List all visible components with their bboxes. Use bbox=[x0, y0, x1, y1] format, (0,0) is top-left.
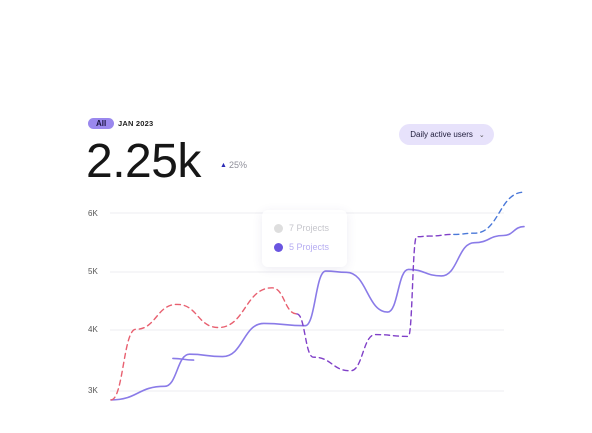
chart-tooltip: 7 Projects 5 Projects bbox=[262, 210, 347, 267]
tooltip-label: 5 Projects bbox=[289, 242, 330, 252]
tooltip-label: 7 Projects bbox=[289, 223, 330, 233]
legend-dot-icon bbox=[274, 223, 283, 233]
tooltip-row-7-projects: 7 Projects bbox=[274, 223, 329, 233]
series-line-1 bbox=[172, 357, 195, 361]
tooltip-row-5-projects: 5 Projects bbox=[274, 242, 329, 252]
series-line-2 bbox=[110, 287, 298, 401]
legend-dot-icon bbox=[274, 242, 283, 252]
